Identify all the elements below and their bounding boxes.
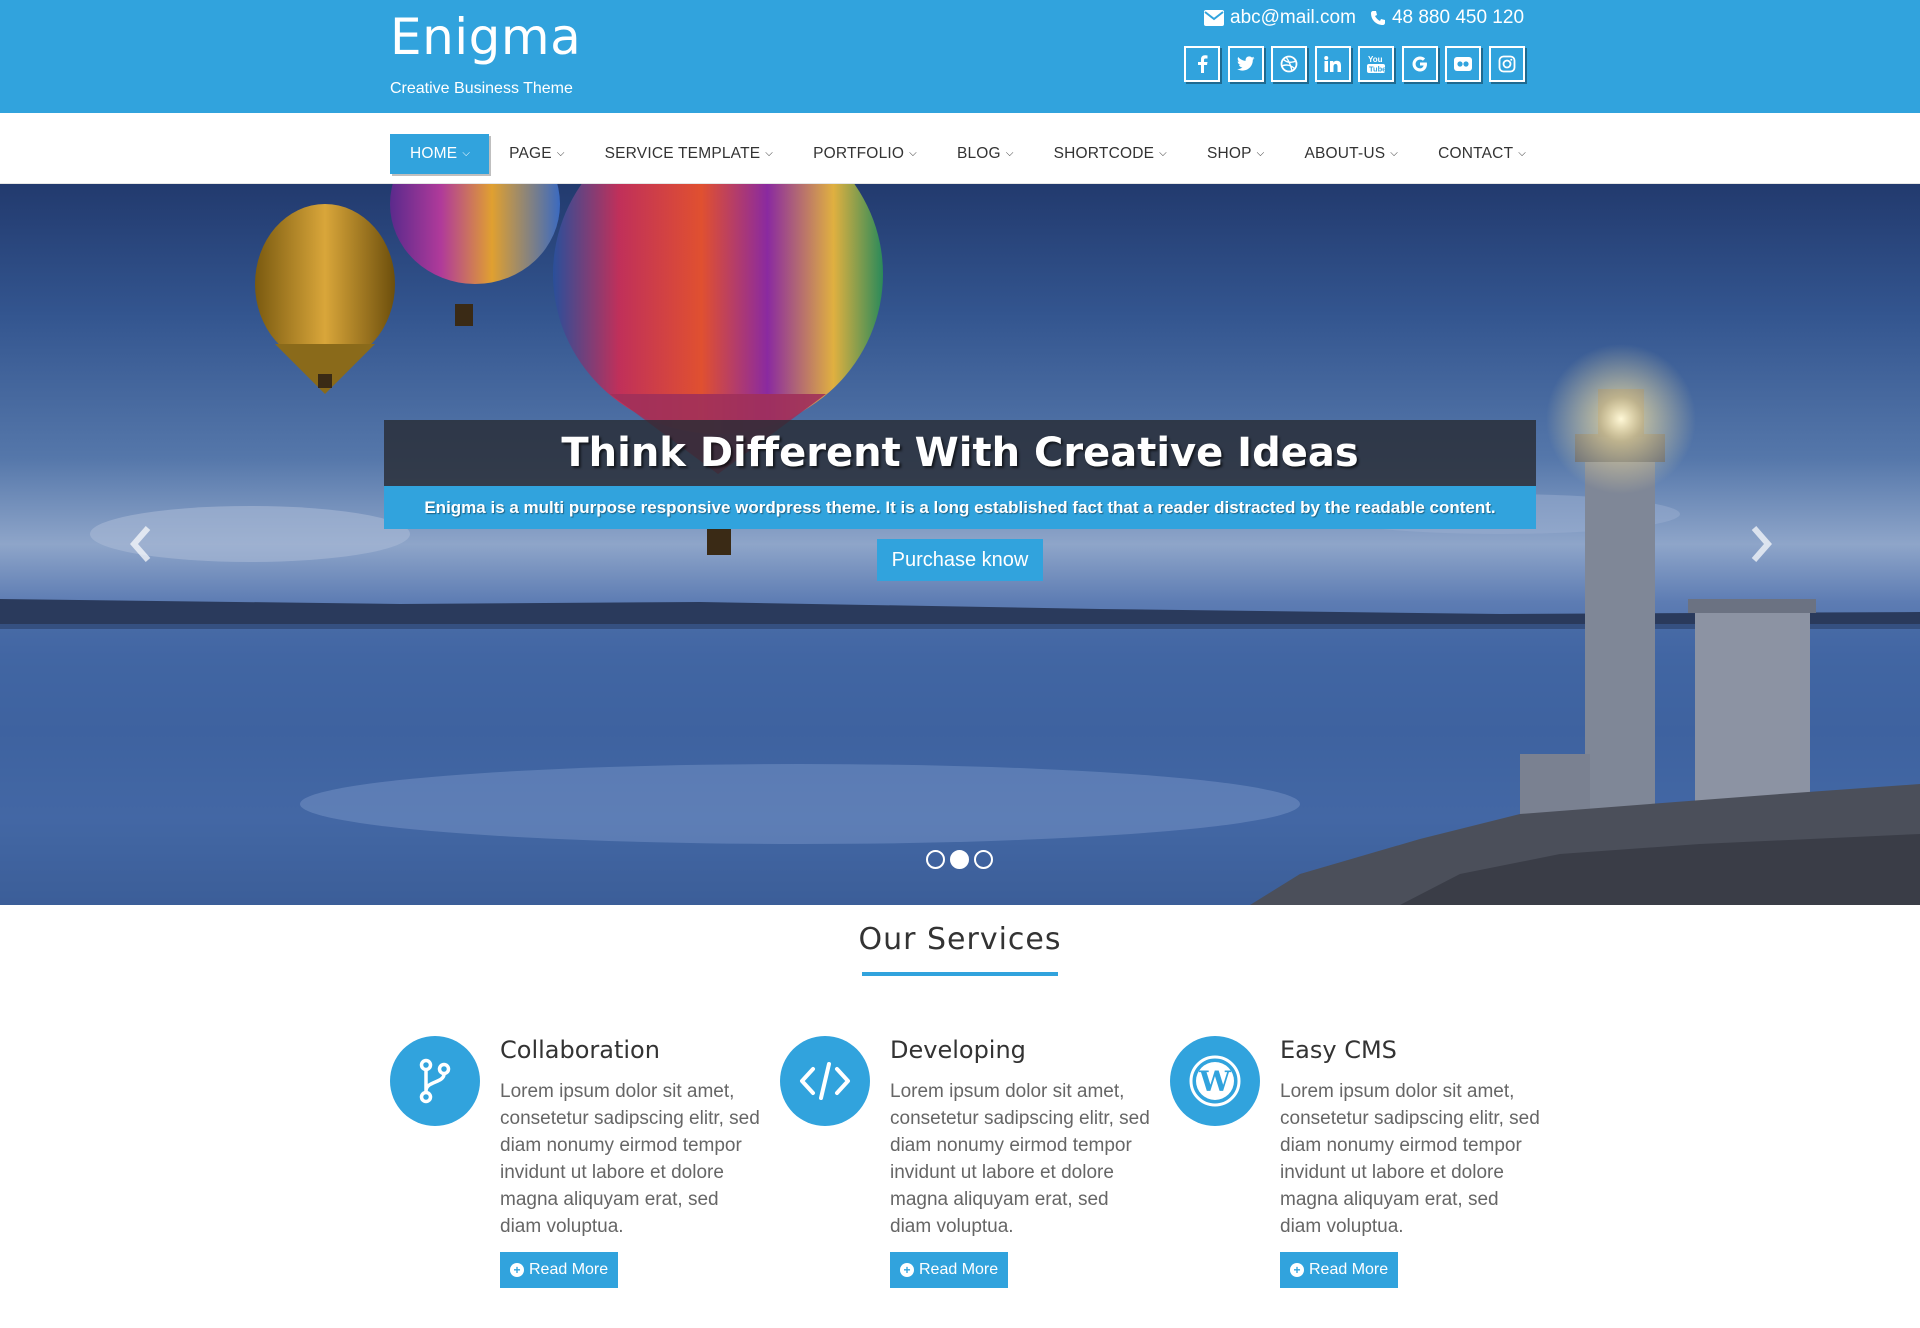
nav-menu: HOME ⌵ PAGE ⌵ SERVICE TEMPLATE ⌵ PORTFOLIO ⌵… (390, 134, 1546, 174)
site-tagline: Creative Business Theme (390, 80, 573, 97)
nav-item-contact[interactable]: CONTACT ⌵ (1418, 134, 1546, 174)
purchase-button[interactable]: Purchase know (877, 539, 1043, 581)
top-header: Enigma Creative Business Theme abc@mail.… (0, 0, 1920, 113)
svg-text:W: W (1198, 1065, 1231, 1098)
svg-text:Tube: Tube (1369, 65, 1385, 74)
svg-text:You: You (1368, 55, 1383, 64)
nav-item-shop[interactable]: SHOP ⌵ (1187, 134, 1285, 174)
nav-label: PORTFOLIO (813, 145, 905, 162)
chevron-down-icon: ⌵ (1518, 147, 1527, 159)
nav-label: SHORTCODE (1053, 145, 1155, 162)
social-links: You Tube (1184, 46, 1532, 82)
chevron-down-icon: ⌵ (462, 147, 471, 159)
slide-indicator-3[interactable] (974, 850, 993, 869)
chevron-right-icon[interactable] (1748, 524, 1778, 564)
nav-label: SHOP (1206, 145, 1252, 162)
nav-label: HOME (410, 145, 458, 162)
code-icon (780, 1036, 870, 1126)
twitter-icon[interactable] (1227, 46, 1264, 82)
nav-label: PAGE (509, 145, 552, 162)
main-navigation: HOME ⌵ PAGE ⌵ SERVICE TEMPLATE ⌵ PORTFOLIO ⌵… (0, 113, 1920, 184)
services-heading: Our Services (858, 922, 1062, 957)
slide-indicator-1[interactable] (926, 850, 945, 869)
read-more-label: Read More (1309, 1261, 1389, 1278)
chevron-down-icon: ⌵ (1390, 147, 1399, 159)
plus-circle-icon: + (900, 1263, 914, 1277)
email-text: abc@mail.com (1230, 7, 1356, 28)
nav-item-page[interactable]: PAGE ⌵ (489, 134, 585, 174)
chevron-left-icon[interactable] (128, 524, 158, 564)
chevron-down-icon: ⌵ (1005, 147, 1014, 159)
email-contact[interactable]: abc@mail.com (1204, 7, 1356, 29)
slide-subtitle: Enigma is a multi purpose responsive wor… (384, 486, 1536, 529)
service-title[interactable]: Collaboration (500, 1036, 660, 1064)
plus-circle-icon: + (1290, 1263, 1304, 1277)
wordpress-icon: W (1170, 1036, 1260, 1126)
nav-label: BLOG (956, 145, 1001, 162)
read-more-label: Read More (919, 1261, 999, 1278)
youtube-icon[interactable]: You Tube (1358, 46, 1394, 82)
nav-item-home[interactable]: HOME ⌵ (390, 134, 490, 174)
read-more-label: Read More (529, 1261, 609, 1278)
flickr-icon[interactable] (1445, 46, 1481, 82)
service-description: Lorem ipsum dolor sit amet, consetetur s… (500, 1081, 760, 1237)
plus-circle-icon: + (510, 1263, 524, 1277)
google-icon[interactable] (1401, 46, 1438, 82)
nav-item-service-template[interactable]: SERVICE TEMPLATE ⌵ (585, 134, 793, 174)
nav-label: SERVICE TEMPLATE (604, 145, 761, 162)
contact-info: abc@mail.com 48 880 450 120 (1204, 6, 1538, 30)
dribbble-icon[interactable] (1271, 46, 1307, 82)
slider-indicators (926, 850, 998, 869)
service-description: Lorem ipsum dolor sit amet, consetetur s… (890, 1081, 1150, 1237)
slide-title: Think Different With Creative Ideas (561, 430, 1359, 476)
nav-item-portfolio[interactable]: PORTFOLIO ⌵ (793, 134, 937, 174)
service-title[interactable]: Developing (890, 1036, 1026, 1064)
linkedin-icon[interactable] (1314, 46, 1351, 82)
nav-label: ABOUT-US (1304, 145, 1386, 162)
nav-item-about-us[interactable]: ABOUT-US ⌵ (1284, 134, 1418, 174)
read-more-button[interactable]: + Read More (1280, 1252, 1399, 1288)
slide-indicator-2[interactable] (950, 850, 969, 869)
chevron-down-icon: ⌵ (1159, 147, 1167, 159)
read-more-button[interactable]: + Read More (890, 1252, 1009, 1288)
chevron-down-icon: ⌵ (1256, 147, 1265, 159)
envelope-icon (1204, 10, 1224, 26)
chevron-down-icon: ⌵ (909, 147, 917, 159)
phone-icon (1370, 11, 1385, 25)
nav-label: CONTACT (1438, 145, 1514, 162)
facebook-icon[interactable] (1184, 46, 1220, 82)
heading-underline (862, 972, 1058, 976)
phone-text: 48 880 450 120 (1391, 7, 1525, 28)
read-more-button[interactable]: + Read More (500, 1252, 619, 1288)
instagram-icon[interactable] (1488, 46, 1525, 82)
nav-item-blog[interactable]: BLOG ⌵ (937, 134, 1034, 174)
nav-item-shortcode[interactable]: SHORTCODE ⌵ (1034, 134, 1187, 174)
chevron-down-icon: ⌵ (765, 147, 774, 159)
phone-contact[interactable]: 48 880 450 120 (1370, 7, 1524, 29)
service-title[interactable]: Easy CMS (1280, 1036, 1397, 1064)
hero-slider: Think Different With Creative Ideas Enig… (0, 184, 1920, 905)
service-description: Lorem ipsum dolor sit amet, consetetur s… (1280, 1081, 1540, 1237)
site-title[interactable]: Enigma (390, 8, 581, 66)
chevron-down-icon: ⌵ (556, 147, 565, 159)
code-fork-icon (390, 1036, 480, 1126)
slide-title-box: Think Different With Creative Ideas (384, 420, 1536, 486)
